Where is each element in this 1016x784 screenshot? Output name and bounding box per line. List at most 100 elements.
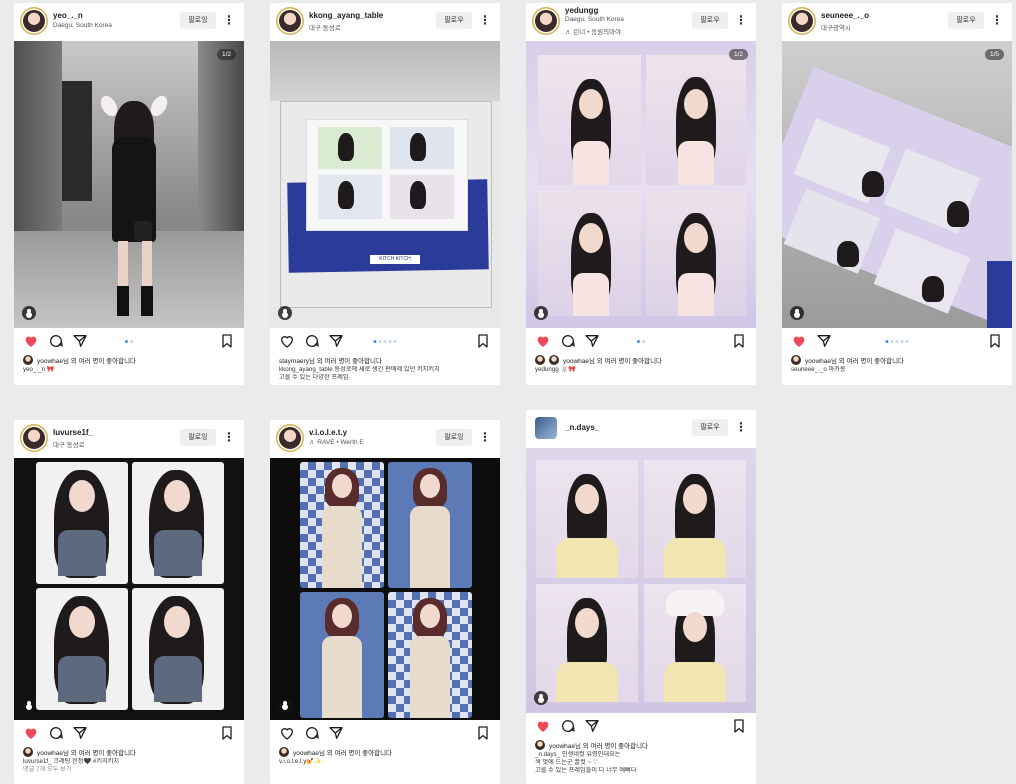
liker-avatar[interactable] (279, 747, 289, 757)
bookmark-icon[interactable] (731, 333, 747, 349)
post-photo[interactable]: 1/2 (526, 41, 756, 328)
comment-icon[interactable] (560, 718, 576, 734)
avatar[interactable] (791, 10, 813, 32)
caption-line-2: 고를 수 있는 다양한 프레임 (279, 374, 349, 381)
avatar[interactable] (23, 427, 45, 449)
post-location[interactable]: 대구 동성로 (309, 22, 341, 32)
action-bar (14, 720, 244, 746)
more-icon[interactable]: ⋮ (223, 427, 235, 447)
caption: yedungg 🐰🎀 (535, 366, 576, 373)
post-music[interactable]: ♬ 린너 • 응원의마야 (565, 26, 621, 36)
comment-icon[interactable] (304, 333, 320, 349)
more-icon[interactable]: ⋮ (223, 10, 235, 30)
post-photo[interactable] (14, 458, 244, 720)
liker-avatar[interactable] (791, 355, 801, 365)
likes-text: staymaery님 외 여러 명이 좋아합니다 (279, 358, 382, 365)
bookmark-icon[interactable] (475, 725, 491, 741)
image-counter: 1/2 (728, 49, 748, 60)
avatar[interactable] (23, 10, 45, 32)
heart-icon[interactable] (279, 725, 295, 741)
avatar[interactable] (279, 427, 301, 449)
tag-icon[interactable] (22, 698, 36, 712)
avatar[interactable] (535, 417, 557, 439)
share-icon[interactable] (72, 725, 88, 741)
tag-icon[interactable] (278, 306, 292, 320)
post-username[interactable]: seuneee_._o (821, 11, 869, 20)
post-location[interactable]: Daegu, South Korea (565, 16, 624, 23)
avatar[interactable] (279, 10, 301, 32)
post-card: yedungg Daegu, South Korea ♬ 린너 • 응원의마야 … (526, 3, 756, 385)
post-header: yeo_._n Daegu, South Korea 팔로잉 ⋮ (14, 3, 244, 41)
post-location[interactable]: 대구 동성로 (53, 439, 85, 449)
action-bar (782, 328, 1012, 354)
more-icon[interactable]: ⋮ (479, 427, 491, 447)
post-username[interactable]: _n.days_ (565, 423, 599, 432)
comment-icon[interactable] (560, 333, 576, 349)
share-icon[interactable] (584, 333, 600, 349)
liker-avatar[interactable] (23, 747, 33, 757)
post-username[interactable]: v.i.o.l.e.t.y (309, 428, 347, 437)
tag-icon[interactable] (790, 306, 804, 320)
more-icon[interactable]: ⋮ (991, 10, 1003, 30)
bookmark-icon[interactable] (219, 333, 235, 349)
post-username[interactable]: yeo_._n (53, 11, 83, 20)
bookmark-icon[interactable] (987, 333, 1003, 349)
follow-button[interactable]: 팔로우 (692, 419, 728, 436)
caption: _n.days_ 인생네컷 유령인데요는 (535, 751, 621, 758)
caption: luvurse1f_ 크레팅 한정🖤 #키치키치 (23, 758, 120, 765)
post-card: seuneee_._o 대구광역시 팔로우 ⋮ 1/5 yoowhae님 외 여… (782, 3, 1012, 385)
bookmark-icon[interactable] (219, 725, 235, 741)
post-photo[interactable]: KITCH KITCH (270, 41, 500, 328)
heart-icon[interactable] (535, 333, 551, 349)
liker-avatar[interactable] (23, 355, 33, 365)
likes-line: yoowhae님 외 여러 명이 좋아합니다 (526, 354, 756, 366)
image-counter: 1/5 (984, 49, 1004, 60)
tag-icon[interactable] (534, 306, 548, 320)
follow-button[interactable]: 팔로우 (692, 12, 728, 29)
post-photo[interactable] (270, 458, 500, 720)
heart-icon[interactable] (23, 725, 39, 741)
post-username[interactable]: kkong_ayang_table (309, 11, 383, 20)
share-icon[interactable] (328, 725, 344, 741)
avatar[interactable] (535, 10, 557, 32)
tag-icon[interactable] (22, 306, 36, 320)
post-username[interactable]: luvurse1f_ (53, 428, 93, 437)
post-location[interactable]: 대구광역시 (821, 22, 851, 32)
share-icon[interactable] (816, 333, 832, 349)
more-icon[interactable]: ⋮ (479, 10, 491, 30)
view-comments-link[interactable]: 댓글 7개 모두 보기 (14, 766, 244, 774)
likes-line: yoowhae님 외 여러 명이 좋아합니다 (782, 354, 1012, 366)
bookmark-icon[interactable] (475, 333, 491, 349)
heart-icon[interactable] (23, 333, 39, 349)
follow-button[interactable]: 팔로잉 (180, 429, 216, 446)
post-photo[interactable]: 1/2 (14, 41, 244, 328)
post-location[interactable]: Daegu, South Korea (53, 22, 112, 29)
follow-button[interactable]: 팔로우 (948, 12, 984, 29)
more-icon[interactable]: ⋮ (735, 417, 747, 437)
tag-icon[interactable] (534, 691, 548, 705)
post-photo[interactable]: 1/5 (782, 41, 1012, 328)
heart-icon[interactable] (279, 333, 295, 349)
post-photo[interactable] (526, 448, 756, 713)
heart-icon[interactable] (535, 718, 551, 734)
comment-icon[interactable] (48, 333, 64, 349)
likes-line: staymaery님 외 여러 명이 좋아합니다 (270, 354, 500, 366)
comment-icon[interactable] (304, 725, 320, 741)
liker-avatar[interactable] (535, 740, 545, 750)
heart-icon[interactable] (791, 333, 807, 349)
share-icon[interactable] (328, 333, 344, 349)
follow-button[interactable]: 팔로잉 (436, 429, 472, 446)
bookmark-icon[interactable] (731, 718, 747, 734)
comment-icon[interactable] (48, 725, 64, 741)
follow-button[interactable]: 팔로잉 (180, 12, 216, 29)
follow-button[interactable]: 팔로우 (436, 12, 472, 29)
share-icon[interactable] (72, 333, 88, 349)
liker-avatar[interactable] (549, 355, 559, 365)
more-icon[interactable]: ⋮ (735, 10, 747, 30)
tag-icon[interactable] (278, 698, 292, 712)
post-music[interactable]: ♬ RAVE • Werth E (309, 439, 364, 446)
liker-avatar[interactable] (535, 355, 545, 365)
likes-line: yoowhae님 외 여러 명이 좋아합니다 (526, 739, 756, 751)
share-icon[interactable] (584, 718, 600, 734)
post-username[interactable]: yedungg (565, 6, 598, 15)
